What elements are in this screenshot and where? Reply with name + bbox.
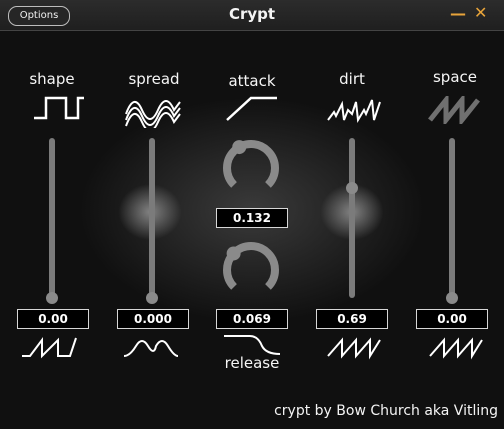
dirt-value-field[interactable]: 0.69 [316, 309, 388, 329]
spread-sine-wave-icon [123, 340, 179, 357]
attack-ramp-icon [226, 96, 277, 121]
blurred-sawtooth-icon [428, 96, 480, 124]
title-bar: Options Crypt — ✕ [0, 0, 504, 31]
window-title: Crypt [228, 5, 276, 23]
shape-bottom-sawtooth-icon [22, 337, 77, 359]
shape-slider-track[interactable] [49, 138, 55, 298]
spread-slider-thumb[interactable] [146, 292, 158, 304]
close-button[interactable]: ✕ [474, 3, 487, 22]
shape-label: shape [29, 70, 75, 88]
noisy-sawtooth-icon [327, 99, 381, 124]
attack-value-field[interactable]: 0.132 [216, 208, 288, 228]
release-value-field[interactable]: 0.069 [216, 309, 288, 329]
shape-slider-thumb[interactable] [46, 292, 58, 304]
dirt-bottom-sawtooth-icon [327, 337, 381, 360]
credit-text: crypt by Bow Church aka Vitling [274, 403, 498, 419]
release-label: release [224, 354, 280, 372]
plugin-window: Options Crypt — ✕ shape spread attack di… [0, 0, 504, 429]
dirt-slider-thumb[interactable] [346, 181, 358, 194]
space-slider-thumb[interactable] [446, 292, 458, 304]
spread-slider-track[interactable] [149, 138, 155, 298]
square-wave-icon [34, 96, 84, 120]
spread-label: spread [128, 70, 180, 88]
multi-sine-wave-icon [125, 100, 181, 128]
space-label: space [432, 68, 477, 86]
shape-value-field[interactable]: 0.00 [17, 309, 89, 329]
release-knob[interactable] [219, 238, 283, 302]
space-slider-track[interactable] [449, 138, 455, 298]
attack-label: attack [228, 72, 276, 90]
dirt-slider-track[interactable] [349, 138, 355, 298]
attack-knob[interactable] [219, 136, 283, 200]
minimize-button[interactable]: — [450, 4, 466, 23]
space-bottom-sawtooth-icon [429, 337, 483, 360]
space-value-field[interactable]: 0.00 [416, 309, 488, 329]
dirt-label: dirt [339, 70, 365, 88]
spread-value-field[interactable]: 0.000 [117, 309, 189, 329]
release-curve-icon [224, 335, 281, 355]
